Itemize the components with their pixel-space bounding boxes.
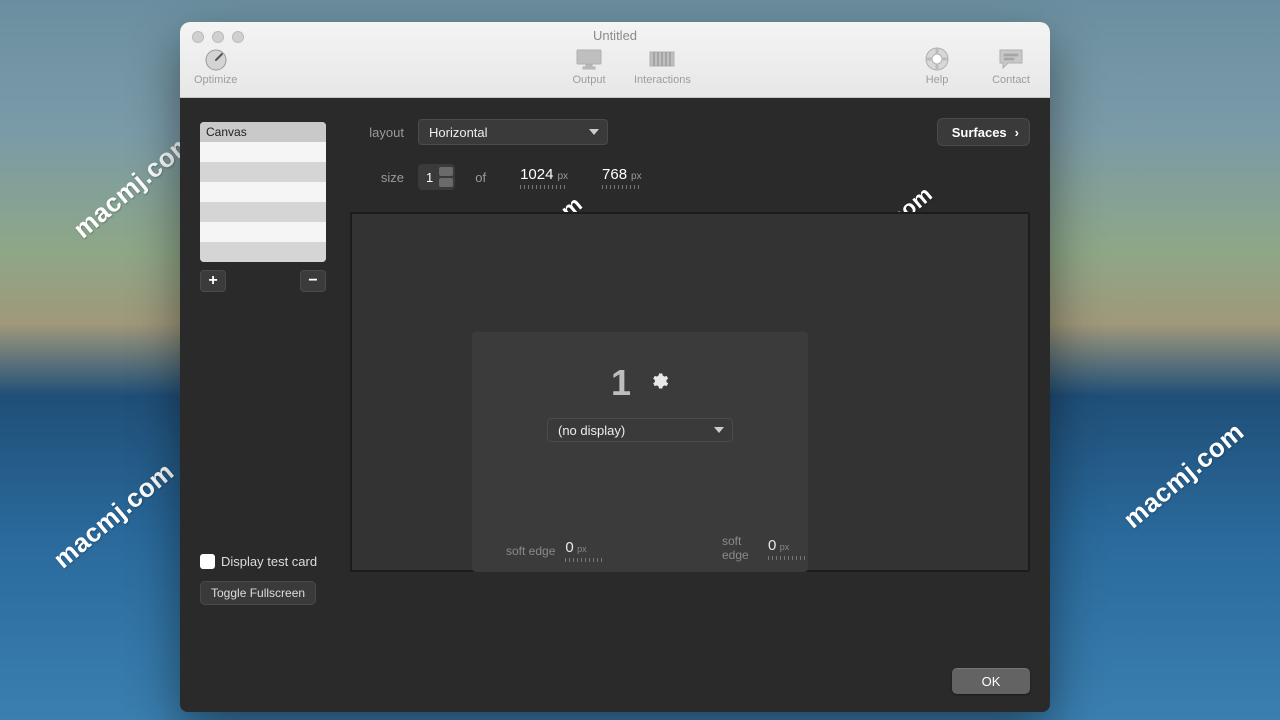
surfaces-label: Surfaces	[952, 125, 1007, 140]
px-unit: px	[557, 171, 568, 182]
list-item[interactable]	[200, 162, 326, 182]
canvas-list[interactable]: Canvas	[200, 122, 326, 262]
display-test-card-checkbox[interactable]: Display test card	[200, 554, 326, 569]
display-card: 1 (no display) soft edge 0 px	[472, 332, 808, 572]
ruler-icon	[520, 185, 568, 189]
stepper-knobs-icon	[439, 166, 453, 188]
ok-button[interactable]: OK	[952, 668, 1030, 694]
checkbox-label: Display test card	[221, 554, 317, 569]
gauge-icon	[199, 46, 233, 72]
of-label: of	[475, 170, 486, 185]
watermark: macmj.com	[47, 456, 180, 575]
list-item[interactable]	[200, 182, 326, 202]
sidebar: Canvas + − Display test card Toggle Full…	[200, 122, 326, 605]
chevron-right-icon: ›	[1015, 125, 1019, 140]
checkbox-icon	[200, 554, 215, 569]
toolbar-label: Interactions	[634, 74, 691, 86]
toolbar-label: Optimize	[194, 74, 237, 86]
display-select[interactable]: (no display)	[547, 418, 733, 442]
lifebuoy-icon	[920, 46, 954, 72]
display-number: 1	[611, 362, 631, 404]
layout-label: layout	[350, 125, 404, 140]
list-item[interactable]	[200, 202, 326, 222]
display-select-value: (no display)	[558, 423, 625, 438]
chevron-down-icon	[589, 129, 599, 135]
display-icon	[572, 46, 606, 72]
add-button[interactable]: +	[200, 270, 226, 292]
toolbar-output[interactable]: Output	[572, 46, 606, 86]
px-unit: px	[577, 544, 587, 554]
px-unit: px	[780, 542, 790, 552]
toggle-fullscreen-button[interactable]: Toggle Fullscreen	[200, 581, 316, 605]
ruler-icon	[602, 185, 642, 189]
app-window: Untitled Optimize Output Interactions He…	[180, 22, 1050, 712]
toolbar-optimize[interactable]: Optimize	[194, 46, 237, 86]
window-body: macmj.com macmj.com macmj.com macmj.com …	[180, 98, 1050, 712]
toolbar-contact[interactable]: Contact	[992, 46, 1030, 86]
soft-edge-left[interactable]: soft edge 0 px	[506, 539, 605, 562]
chevron-down-icon	[714, 427, 724, 433]
list-item[interactable]: Canvas	[200, 122, 326, 142]
surfaces-button[interactable]: Surfaces ›	[937, 118, 1030, 146]
layout-value: Horizontal	[429, 125, 488, 140]
soft-edge-label: soft edge	[722, 534, 758, 562]
chat-icon	[994, 46, 1028, 72]
list-item[interactable]	[200, 142, 326, 162]
px-unit: px	[631, 171, 642, 182]
size-stepper[interactable]: 1	[418, 164, 455, 190]
preview-area: 1 (no display) soft edge 0 px	[350, 212, 1030, 572]
soft-edge-right[interactable]: soft edge 0 px	[722, 534, 808, 562]
keyboard-icon	[645, 46, 679, 72]
main-panel: layout Horizontal Surfaces › size 1 of	[350, 118, 1030, 692]
soft-edge-value: 0	[565, 539, 573, 556]
titlebar: Untitled Optimize Output Interactions He…	[180, 22, 1050, 98]
window-title: Untitled	[180, 28, 1050, 43]
soft-edge-label: soft edge	[506, 544, 555, 558]
remove-button[interactable]: −	[300, 270, 326, 292]
height-field[interactable]: 768 px	[602, 166, 642, 189]
width-field[interactable]: 1024 px	[520, 166, 568, 189]
ruler-icon	[565, 558, 605, 562]
watermark: macmj.com	[1117, 416, 1250, 535]
toolbar-label: Help	[926, 74, 949, 86]
height-value: 768	[602, 166, 627, 183]
width-value: 1024	[520, 166, 553, 183]
ruler-icon	[768, 556, 808, 560]
list-item[interactable]	[200, 222, 326, 242]
layout-select[interactable]: Horizontal	[418, 119, 608, 145]
toolbar-label: Contact	[992, 74, 1030, 86]
list-item[interactable]	[200, 242, 326, 262]
size-label: size	[350, 170, 404, 185]
toolbar-interactions[interactable]: Interactions	[634, 46, 691, 86]
toolbar-help[interactable]: Help	[920, 46, 954, 86]
size-value: 1	[426, 170, 433, 185]
soft-edge-value: 0	[768, 537, 776, 554]
toolbar-label: Output	[572, 74, 605, 86]
gear-icon[interactable]	[649, 371, 669, 396]
